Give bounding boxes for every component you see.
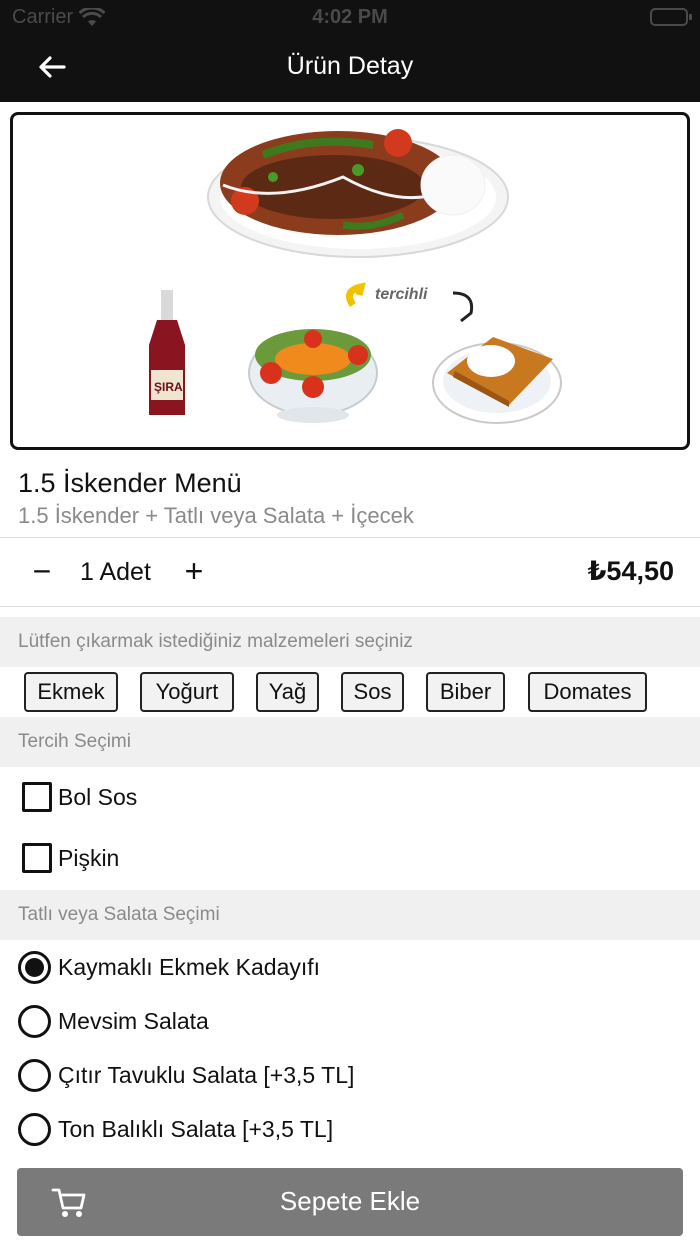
product-price: ₺54,50 — [587, 556, 674, 586]
preference-label: Pişkin — [58, 844, 120, 871]
svg-text:ŞIRA: ŞIRA — [154, 380, 183, 394]
radio-button-selected[interactable] — [18, 950, 51, 984]
add-to-cart-label: Sepete Ekle — [279, 1186, 421, 1216]
checkbox[interactable] — [22, 782, 52, 812]
option-label: Ton Balıklı Salata [+3,5 TL] — [58, 1115, 334, 1142]
preference-header: Tercih Seçimi — [0, 717, 700, 767]
increase-quantity-button[interactable]: + — [178, 552, 210, 592]
dessert-salad-header: Tatlı veya Salata Seçimi — [0, 890, 700, 940]
battery-icon — [650, 8, 692, 26]
option-label: Kaymaklı Ekmek Kadayıfı — [58, 953, 321, 980]
dessert-option-kaymakli-ekmek-kadayifi[interactable]: Kaymaklı Ekmek Kadayıfı — [18, 947, 320, 987]
checkbox[interactable] — [22, 843, 52, 873]
page-title: Ürün Detay — [286, 52, 414, 80]
salad-option-ton-balikli-salata[interactable]: Ton Balıklı Salata [+3,5 TL] — [18, 1109, 333, 1149]
radio-button[interactable] — [18, 1004, 51, 1038]
quantity-row: − 1 Adet + ₺54,50 — [0, 537, 700, 607]
decrease-quantity-button[interactable]: − — [26, 552, 58, 592]
option-label: Çıtır Tavuklu Salata [+3,5 TL] — [58, 1061, 355, 1088]
ingredient-chip-domates[interactable]: Domates — [528, 672, 647, 712]
radio-button[interactable] — [18, 1112, 51, 1146]
product-illustration: tercihli ŞIRA — [149, 129, 562, 424]
preference-label: Bol Sos — [58, 783, 138, 810]
preference-option-bol-sos[interactable]: Bol Sos — [22, 777, 137, 817]
remove-ingredients-header: Lütfen çıkarmak istediğiniz malzemeleri … — [0, 617, 700, 667]
status-bar: Carrier 4:02 PM — [0, 0, 700, 36]
radio-button[interactable] — [18, 1058, 51, 1092]
tercihli-label: tercihli — [375, 286, 428, 303]
navigation-bar: Carrier 4:02 PM Ürün Detay — [0, 0, 700, 102]
status-time: 4:02 PM — [312, 6, 388, 28]
preference-option-piskin[interactable]: Pişkin — [22, 838, 119, 878]
salad-option-mevsim-salata[interactable]: Mevsim Salata — [18, 1001, 209, 1041]
add-to-cart-button[interactable]: Sepete Ekle — [17, 1168, 683, 1236]
option-label: Mevsim Salata — [58, 1007, 209, 1034]
product-name: 1.5 İskender Menü — [18, 468, 242, 498]
ingredient-chip-sos[interactable]: Sos — [341, 672, 404, 712]
salad-option-citir-tavuklu-salata[interactable]: Çıtır Tavuklu Salata [+3,5 TL] — [18, 1055, 354, 1095]
ingredient-chip-ekmek[interactable]: Ekmek — [24, 672, 118, 712]
quantity-label: 1 Adet — [80, 558, 151, 586]
ingredient-chip-yag[interactable]: Yağ — [256, 672, 319, 712]
product-description: 1.5 İskender + Tatlı veya Salata + İçece… — [18, 503, 414, 528]
product-image: tercihli ŞIRA — [10, 112, 690, 450]
ingredient-chip-yogurt[interactable]: Yoğurt — [140, 672, 234, 712]
ingredient-chip-biber[interactable]: Biber — [426, 672, 505, 712]
